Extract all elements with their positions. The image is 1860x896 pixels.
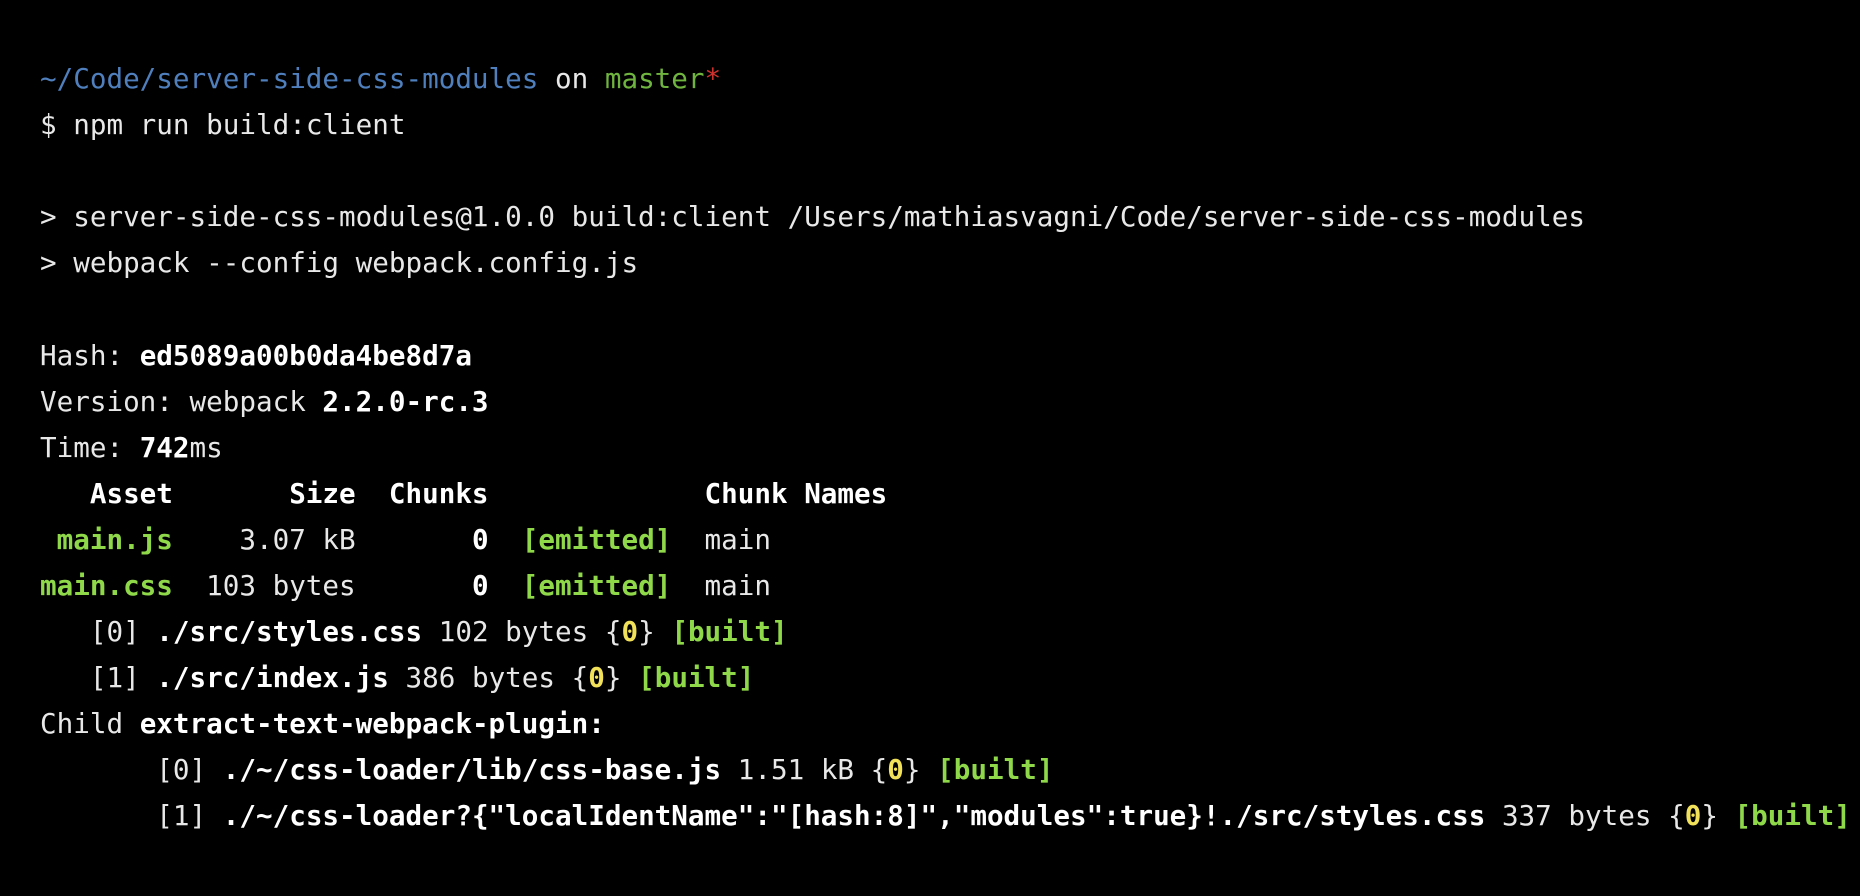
child-colon: : bbox=[588, 707, 605, 740]
script-line: > webpack --config webpack.config.js bbox=[40, 246, 639, 279]
asset-chunks: 0 bbox=[355, 569, 489, 602]
asset-size: 103 bytes bbox=[172, 569, 356, 602]
module-status: [built] bbox=[937, 753, 1054, 786]
module-chunk-close: } bbox=[638, 615, 672, 648]
module-path: ./~/css-loader?{"localIdentName":"[hash:… bbox=[222, 799, 1486, 832]
module-index: [0] bbox=[40, 615, 157, 648]
module-chunk-id: 0 bbox=[1684, 799, 1702, 832]
time-value: 742 bbox=[139, 431, 190, 464]
asset-chunk-names: main bbox=[671, 523, 771, 556]
asset-chunks: 0 bbox=[355, 523, 489, 556]
asset-name: main.js bbox=[40, 523, 173, 556]
terminal-window: ~/Code/server-side-css-modules on master… bbox=[40, 0, 1851, 896]
command-prefix: $ bbox=[40, 108, 74, 141]
module-chunk-id: 0 bbox=[621, 615, 639, 648]
module-size: 337 bytes { bbox=[1485, 799, 1685, 832]
time-label: Time: bbox=[40, 431, 140, 464]
asset-row: main.css 103 bytes 0 [emitted] main bbox=[40, 563, 771, 609]
module-path: ./src/index.js bbox=[156, 661, 389, 694]
version-value: 2.2.0-rc.3 bbox=[322, 385, 489, 418]
hash-label: Hash: bbox=[40, 339, 140, 372]
asset-status: [emitted] bbox=[488, 523, 672, 556]
module-size: 386 bytes { bbox=[388, 661, 589, 694]
module-size: 1.51 kB { bbox=[721, 753, 888, 786]
asset-table-header: Asset Size Chunks Chunk Names bbox=[40, 477, 888, 510]
asset-size: 3.07 kB bbox=[172, 523, 356, 556]
hash-line: Hash: ed5089a00b0da4be8d7a bbox=[40, 333, 472, 379]
module-status: [built] bbox=[671, 615, 788, 648]
asset-chunk-names: main bbox=[671, 569, 771, 602]
asset-name: main.css bbox=[40, 569, 173, 602]
hash-value: ed5089a00b0da4be8d7a bbox=[139, 339, 472, 372]
module-chunk-close: } bbox=[903, 753, 938, 786]
shell-prompt: ~/Code/server-side-css-modules on master… bbox=[40, 56, 721, 102]
module-index: [0] bbox=[40, 753, 223, 786]
command-line[interactable]: $ npm run build:client bbox=[40, 102, 406, 148]
child-label: Child bbox=[40, 707, 140, 740]
module-line: [0] ./src/styles.css 102 bytes {0} [buil… bbox=[40, 609, 788, 655]
prompt-on-text: on bbox=[538, 62, 605, 95]
module-chunk-id: 0 bbox=[887, 753, 904, 786]
command-text: npm run build:client bbox=[73, 108, 406, 141]
module-path: ./src/styles.css bbox=[156, 615, 423, 648]
prompt-dirty-marker: * bbox=[704, 62, 722, 95]
module-index: [1] bbox=[40, 661, 157, 694]
prompt-branch: master bbox=[604, 62, 705, 95]
child-line: Child extract-text-webpack-plugin: bbox=[40, 701, 605, 747]
time-unit: ms bbox=[189, 431, 223, 464]
time-line: Time: 742ms bbox=[40, 425, 223, 471]
module-chunk-id: 0 bbox=[588, 661, 605, 694]
module-size: 102 bytes { bbox=[422, 615, 622, 648]
module-line: [1] ./src/index.js 386 bytes {0} [built] bbox=[40, 655, 755, 701]
module-chunk-close: } bbox=[604, 661, 639, 694]
script-line: > server-side-css-modules@1.0.0 build:cl… bbox=[40, 200, 1585, 233]
child-module-line: [1] ./~/css-loader?{"localIdentName":"[h… bbox=[40, 793, 1851, 839]
module-status: [built] bbox=[638, 661, 755, 694]
module-chunk-close: } bbox=[1701, 799, 1735, 832]
module-index: [1] bbox=[40, 799, 223, 832]
child-module-line: [0] ./~/css-loader/lib/css-base.js 1.51 … bbox=[40, 747, 1053, 793]
asset-status: [emitted] bbox=[488, 569, 672, 602]
prompt-path: ~/Code/server-side-css-modules bbox=[40, 62, 539, 95]
version-line: Version: webpack 2.2.0-rc.3 bbox=[40, 379, 489, 425]
version-label: Version: webpack bbox=[40, 385, 323, 418]
module-path: ./~/css-loader/lib/css-base.js bbox=[222, 753, 722, 786]
module-status: [built] bbox=[1734, 799, 1851, 832]
asset-row: main.js 3.07 kB 0 [emitted] main bbox=[40, 517, 771, 563]
child-name: extract-text-webpack-plugin bbox=[139, 707, 589, 740]
